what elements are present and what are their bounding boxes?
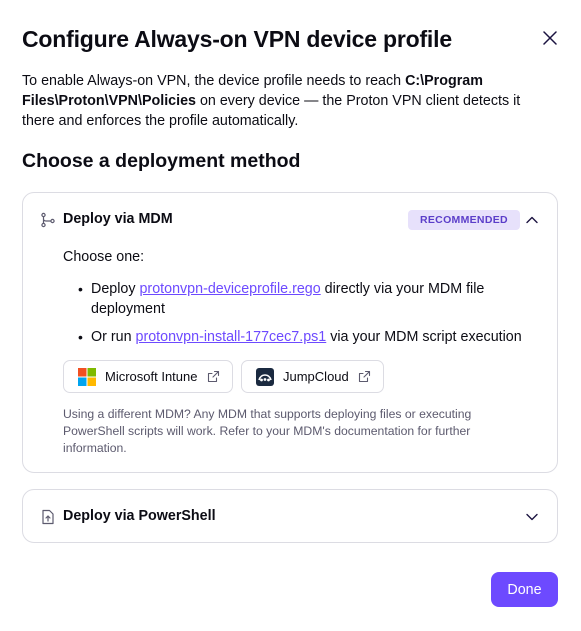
bullet2-suffix: via your MDM script execution (326, 329, 522, 345)
recommended-badge: RECOMMENDED (408, 210, 520, 230)
jumpcloud-logo-icon (256, 368, 274, 386)
dialog-title: Configure Always-on VPN device profile (22, 26, 452, 52)
choose-one-label: Choose one: (63, 249, 145, 265)
microsoft-intune-button[interactable]: Microsoft Intune (63, 360, 233, 393)
deploy-powershell-card[interactable]: Deploy via PowerShell (22, 489, 558, 543)
deployment-options-list: Deploy protonvpn-deviceprofile.rego dire… (63, 279, 547, 355)
microsoft-intune-label: Microsoft Intune (105, 369, 198, 384)
microsoft-logo-icon (78, 368, 96, 386)
list-item: Deploy protonvpn-deviceprofile.rego dire… (63, 279, 547, 319)
ps1-script-link[interactable]: protonvpn-install-177cec7.ps1 (136, 329, 327, 345)
deploy-mdm-header[interactable]: Deploy via MDM RECOMMENDED (23, 193, 557, 247)
chevron-up-icon[interactable] (523, 211, 541, 229)
dialog: Configure Always-on VPN device profile T… (0, 0, 581, 631)
deploy-mdm-label: Deploy via MDM (63, 211, 173, 227)
done-button[interactable]: Done (491, 572, 558, 607)
close-icon (543, 31, 557, 45)
section-title: Choose a deployment method (22, 150, 301, 172)
intro-part1: To enable Always-on VPN, the device prof… (22, 73, 406, 89)
file-upload-icon (42, 509, 54, 525)
intro-text: To enable Always-on VPN, the device prof… (22, 71, 542, 131)
deploy-powershell-label: Deploy via PowerShell (63, 508, 216, 524)
deploy-mdm-card: Deploy via MDM RECOMMENDED Choose one: D… (22, 192, 558, 473)
bullet2-prefix: Or run (91, 329, 136, 345)
jumpcloud-label: JumpCloud (283, 369, 349, 384)
bullet1-prefix: Deploy (91, 281, 140, 297)
branch-icon (41, 212, 55, 228)
jumpcloud-button[interactable]: JumpCloud (241, 360, 384, 393)
different-mdm-note: Using a different MDM? Any MDM that supp… (63, 407, 472, 455)
chevron-down-icon[interactable] (523, 508, 541, 526)
list-item: Or run protonvpn-install-177cec7.ps1 via… (63, 327, 547, 347)
external-link-icon (358, 370, 371, 383)
rego-file-link[interactable]: protonvpn-deviceprofile.rego (139, 281, 320, 297)
close-button[interactable] (538, 26, 562, 50)
external-link-icon (207, 370, 220, 383)
